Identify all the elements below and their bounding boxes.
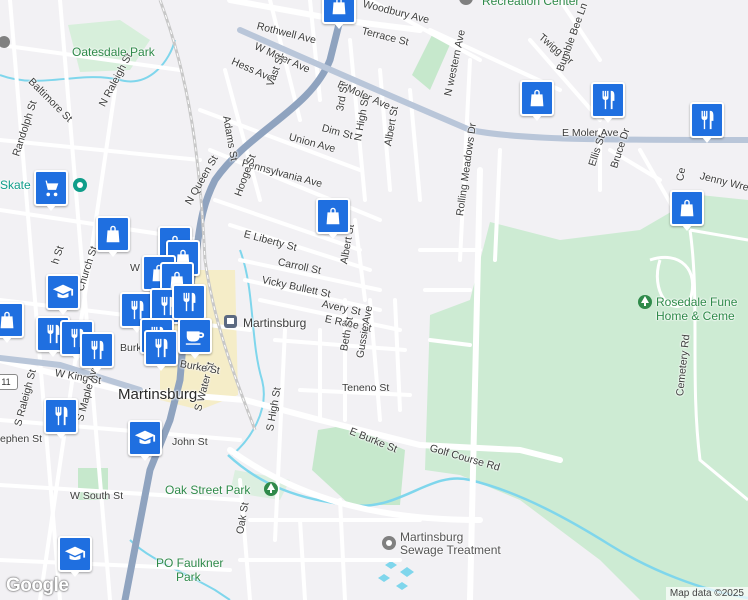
graduation-cap-icon <box>52 284 74 298</box>
shopping-cart-icon <box>42 180 59 197</box>
fork-knife-icon <box>701 110 714 130</box>
pin-shopping-east[interactable] <box>670 190 704 231</box>
pin-shopping-liberty[interactable] <box>316 198 350 239</box>
fork-knife-icon <box>91 340 104 360</box>
place-station[interactable]: Martinsburg <box>243 316 306 330</box>
station-marker <box>224 315 237 328</box>
street-e-moler-2: E Moler Ave <box>562 127 619 139</box>
shopping-bag-icon <box>530 89 544 107</box>
route-11-badge: 11 <box>0 374 18 390</box>
fork-knife-icon <box>183 292 196 312</box>
coffee-icon <box>185 331 205 345</box>
pin-dt-food-3[interactable] <box>172 284 206 325</box>
place-skate[interactable]: Skate <box>0 178 31 192</box>
pin-restaurant-east[interactable] <box>690 102 724 143</box>
shopping-bag-icon <box>106 225 120 243</box>
street-w-south: W South St <box>70 490 124 502</box>
street-stephen: ephen St <box>0 433 43 445</box>
street-teneno: Teneno St <box>342 382 390 394</box>
sewage-marker <box>382 536 396 550</box>
oak-street-park-marker <box>264 482 278 496</box>
pin-food-south[interactable] <box>44 398 78 439</box>
graduation-cap-icon <box>64 546 86 560</box>
place-sewage-1[interactable]: Martinsburg <box>400 530 463 544</box>
place-oatesdale-park[interactable]: Oatesdale Park <box>72 45 155 59</box>
street-cemetery-north: Ce <box>674 166 689 183</box>
pin-shopping-moler[interactable] <box>520 80 554 121</box>
pin-school-north[interactable] <box>46 274 80 315</box>
town-label: Martinsburg <box>118 386 198 403</box>
pin-restaurant-moler[interactable] <box>591 82 625 123</box>
graduation-cap-icon <box>134 430 156 444</box>
place-po-faulkner-2[interactable]: Park <box>176 570 201 584</box>
street-w-partial: W <box>130 262 140 274</box>
place-po-faulkner-1[interactable]: PO Faulkner <box>156 556 223 570</box>
pin-school-south[interactable] <box>128 420 162 461</box>
shopping-bag-icon <box>0 311 14 329</box>
pin-shopping-west[interactable] <box>96 216 130 257</box>
pin-dt-food-8[interactable] <box>144 330 178 371</box>
place-rosedale-1[interactable]: Rosedale Fune <box>656 295 737 309</box>
shopping-bag-icon <box>680 199 694 217</box>
fork-knife-icon <box>55 406 68 426</box>
pin-shopping-top[interactable] <box>322 0 356 29</box>
skate-marker <box>73 178 87 192</box>
place-rosedale-2[interactable]: Home & Ceme <box>656 309 735 323</box>
street-john: John St <box>172 436 208 448</box>
shopping-bag-icon <box>332 0 346 15</box>
fork-knife-icon <box>602 90 615 110</box>
place-recreation[interactable]: Recreation Center <box>482 0 579 8</box>
pin-dt-food-6[interactable] <box>80 332 114 373</box>
pin-left-edge[interactable] <box>0 302 24 343</box>
pin-school-bottom[interactable] <box>58 536 92 577</box>
google-logo: Google <box>6 575 69 596</box>
map-attribution[interactable]: Map data ©2025 <box>665 587 748 600</box>
place-sewage-2[interactable]: Sewage Treatment <box>400 543 501 557</box>
pin-dt-coffee[interactable] <box>178 318 212 359</box>
pin-grocery[interactable] <box>34 170 68 211</box>
rosedale-marker <box>638 295 652 309</box>
place-oak-street-park[interactable]: Oak Street Park <box>165 483 250 497</box>
shopping-bag-icon <box>326 207 340 225</box>
fork-knife-icon <box>155 338 168 358</box>
